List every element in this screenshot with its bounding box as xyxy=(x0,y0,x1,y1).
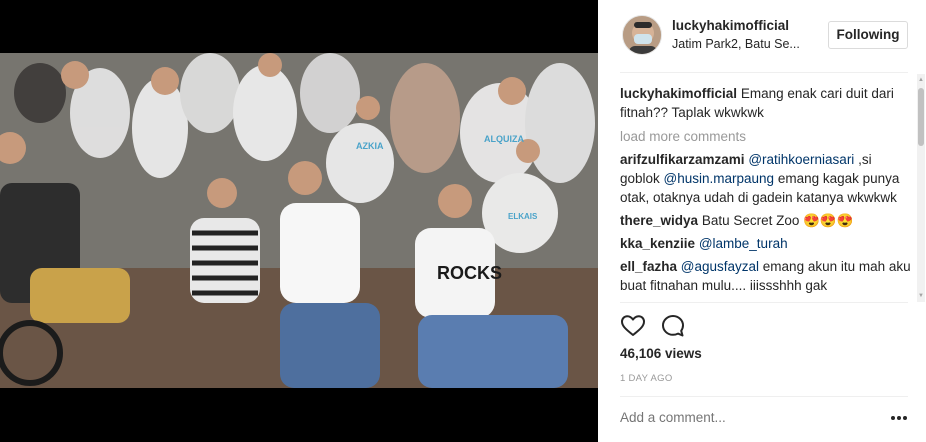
shirt-text-alquiza: ALQUIZA xyxy=(484,134,524,144)
add-comment-input[interactable] xyxy=(620,410,840,425)
list-item: there_widya Batu Secret Zoo 😍😍😍 xyxy=(620,211,912,230)
list-item: kka_kenziie @lambe_turah xyxy=(620,234,912,253)
avatar-image xyxy=(623,16,661,54)
view-count[interactable]: 46,106 views xyxy=(620,346,702,361)
post-timestamp: 1 DAY AGO xyxy=(620,373,673,384)
comments-scrollbar[interactable]: ▲ ▼ xyxy=(917,74,925,302)
comment-text: Batu Secret Zoo 😍😍😍 xyxy=(701,213,854,228)
comment-icon[interactable] xyxy=(660,313,686,339)
post-username[interactable]: luckyhakimofficial xyxy=(672,18,789,33)
post-header: luckyhakimofficial Jatim Park2, Batu Se.… xyxy=(598,0,926,72)
caption-username[interactable]: luckyhakimofficial xyxy=(620,86,737,101)
shirt-text-azkia: AZKIA xyxy=(356,141,384,151)
comment-mention[interactable]: @agusfayzal xyxy=(681,259,759,274)
more-options-icon[interactable] xyxy=(890,411,908,425)
media-area: AZKIA ALQUIZA ELKAIS ROCKS xyxy=(0,0,598,442)
comment-username[interactable]: there_widya xyxy=(620,213,698,228)
load-more-comments-link[interactable]: load more comments xyxy=(620,127,912,146)
post-caption: luckyhakimofficial Emang enak cari duit … xyxy=(620,84,912,122)
post-location[interactable]: Jatim Park2, Batu Se... xyxy=(672,37,810,51)
video-player[interactable]: AZKIA ALQUIZA ELKAIS ROCKS xyxy=(0,53,598,388)
comments-list: luckyhakimofficial Emang enak cari duit … xyxy=(620,84,912,298)
scroll-up-arrow-icon[interactable]: ▲ xyxy=(917,76,925,84)
comment-mention[interactable]: @lambe_turah xyxy=(699,236,788,251)
following-button[interactable]: Following xyxy=(828,21,908,49)
list-item: arifzulfikarzamzami @ratihkoerniasari ,s… xyxy=(620,150,912,207)
scroll-down-arrow-icon[interactable]: ▼ xyxy=(917,292,925,300)
list-item: ell_fazha @agusfayzal emang akun itu mah… xyxy=(620,257,912,295)
comment-box-divider xyxy=(620,396,908,397)
header-divider xyxy=(620,72,908,73)
heart-icon[interactable] xyxy=(620,313,646,339)
actions-divider xyxy=(620,302,908,303)
scrollbar-thumb[interactable] xyxy=(918,88,924,146)
comment-username[interactable]: ell_fazha xyxy=(620,259,677,274)
video-frame: AZKIA ALQUIZA ELKAIS ROCKS xyxy=(0,53,598,388)
comment-mention[interactable]: @husin.marpaung xyxy=(664,171,775,186)
comment-username[interactable]: arifzulfikarzamzami xyxy=(620,152,745,167)
shirt-text-elkais: ELKAIS xyxy=(508,212,538,221)
avatar[interactable] xyxy=(622,15,662,55)
comment-mention[interactable]: @ratihkoerniasari xyxy=(748,152,854,167)
shirt-text-rocks: ROCKS xyxy=(437,263,502,283)
post-panel: luckyhakimofficial Jatim Park2, Batu Se.… xyxy=(598,0,926,442)
comment-username[interactable]: kka_kenziie xyxy=(620,236,695,251)
